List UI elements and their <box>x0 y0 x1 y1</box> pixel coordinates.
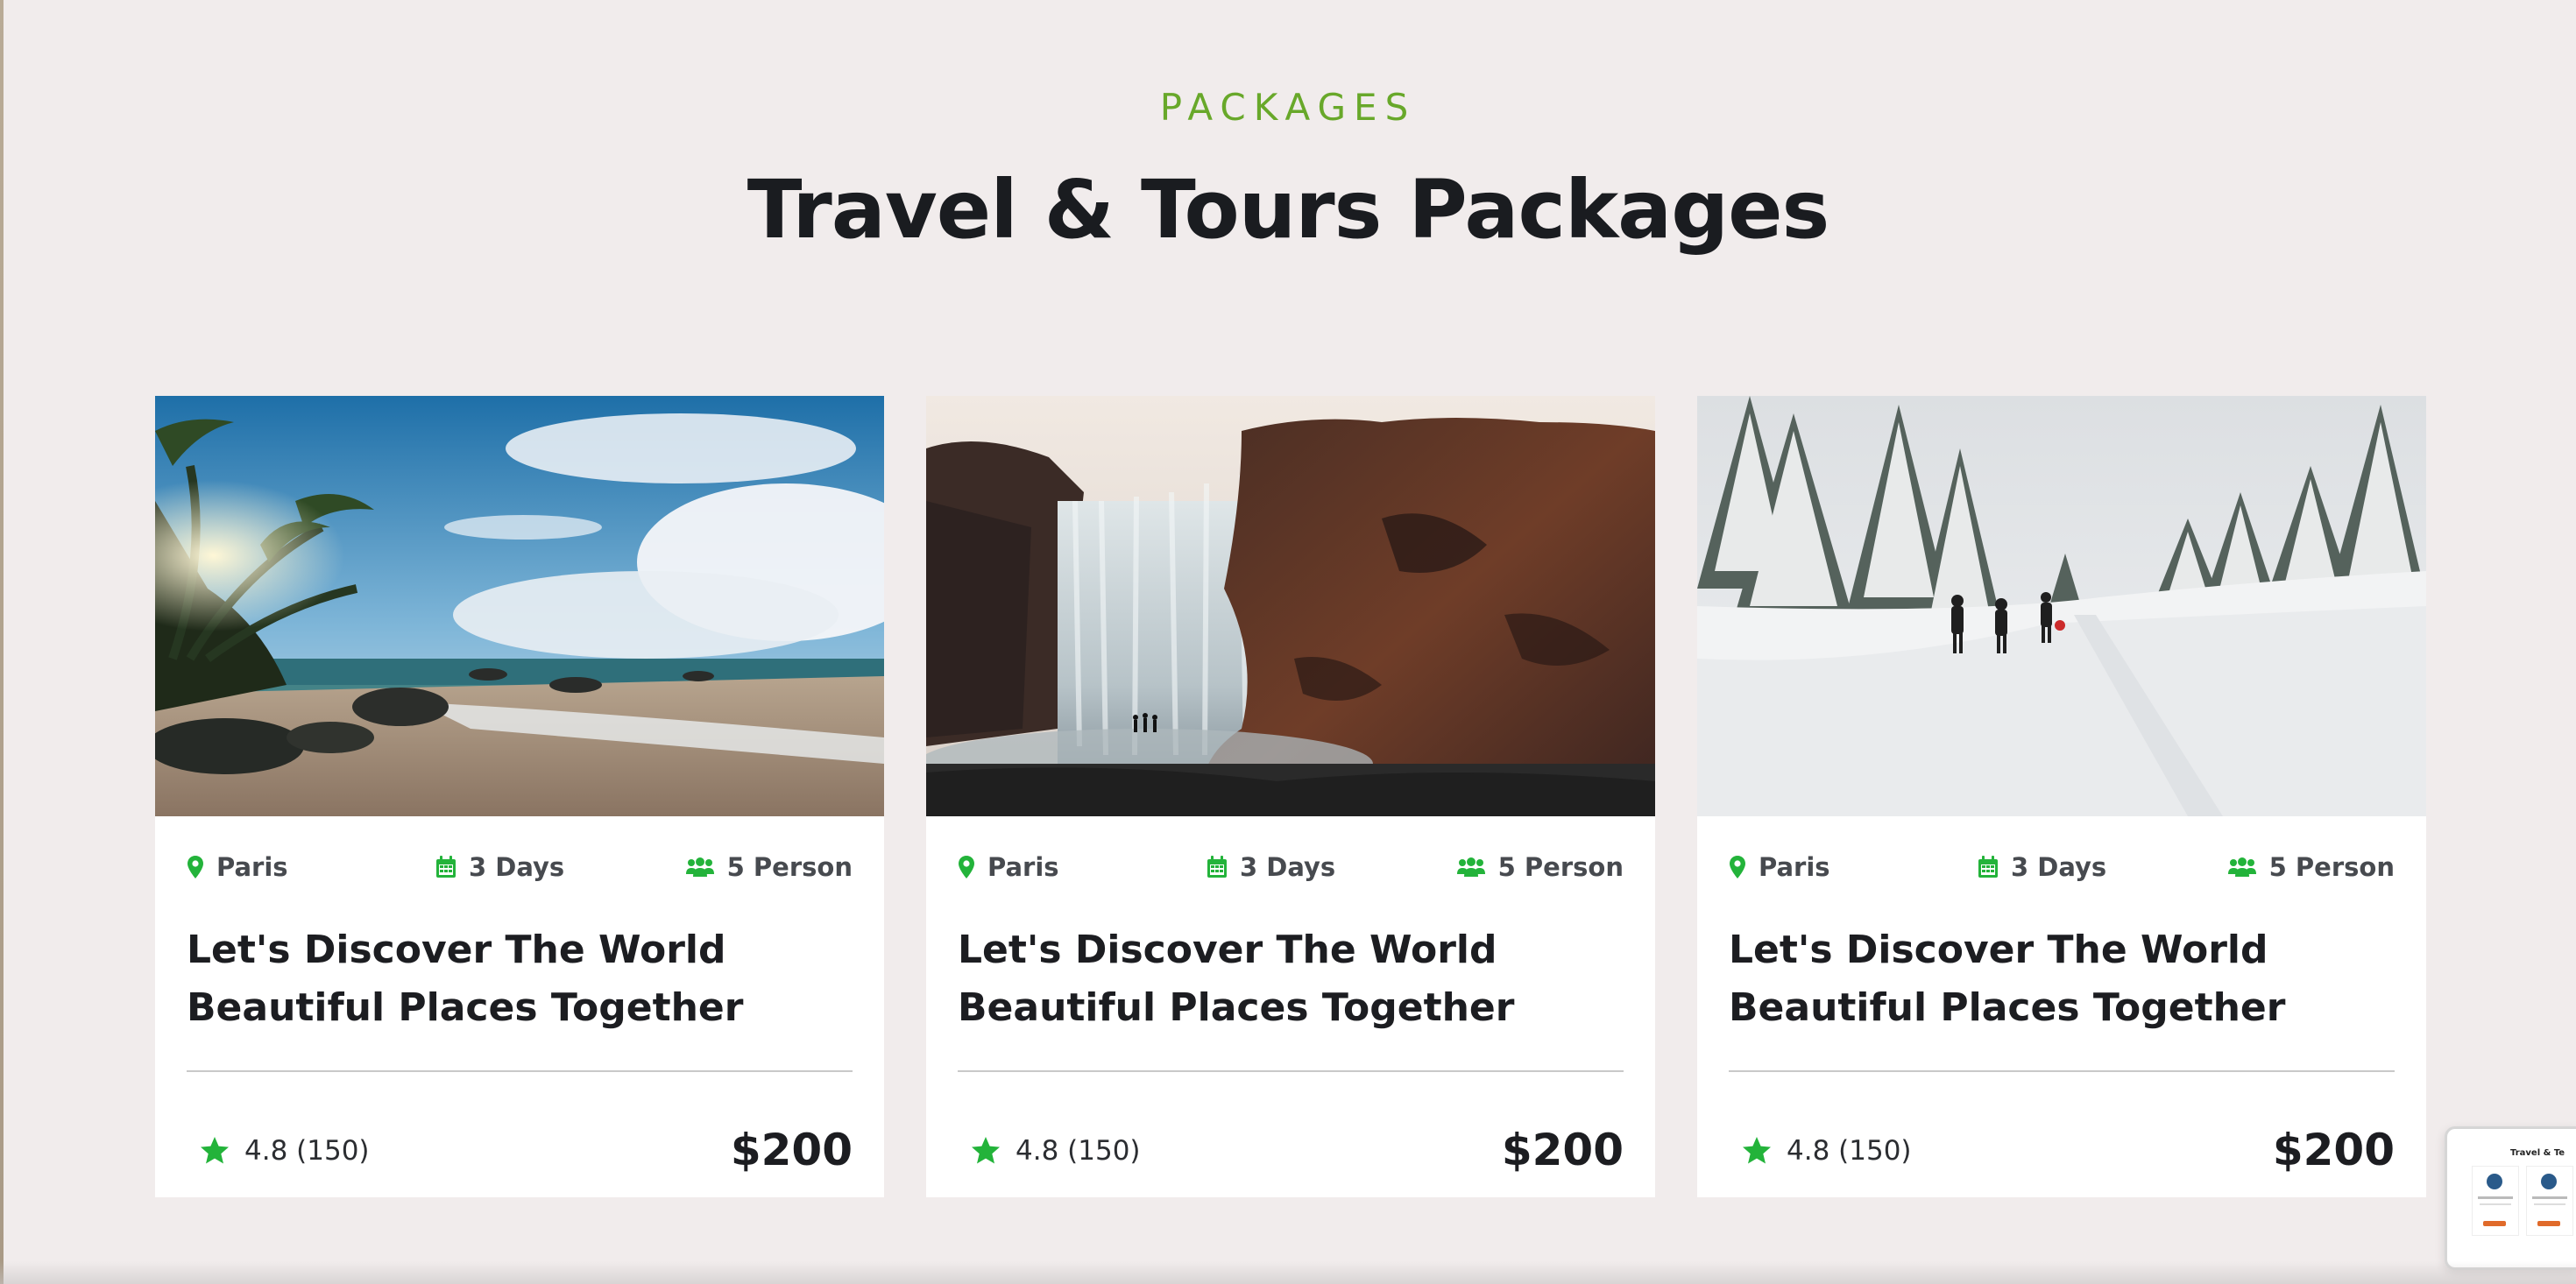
location-label: Paris <box>987 852 1059 882</box>
users-icon <box>2227 857 2256 877</box>
preview-title: Travel & Te <box>2510 1148 2565 1158</box>
packages-page: PACKAGES Travel & Tours Packages Paris 3… <box>0 0 2576 1284</box>
waterfall-photo-image <box>926 396 1655 816</box>
preview-card <box>2472 1166 2519 1236</box>
meta-duration: 3 Days <box>435 848 564 886</box>
package-rating: 4.8 (150) <box>199 1133 370 1168</box>
package-cards: Paris 3 Days 5 Person Let's Discover The… <box>155 396 2426 1197</box>
preview-card-text <box>2480 1203 2511 1205</box>
rating-label: 4.8 (150) <box>244 1135 370 1167</box>
calendar-icon <box>1207 856 1227 878</box>
people-label: 5 Person <box>726 852 853 882</box>
beach-photo-image <box>155 396 884 816</box>
meta-location: Paris <box>958 848 1059 886</box>
package-price: $200 <box>730 1125 853 1175</box>
users-icon <box>1456 857 1485 877</box>
page-preview-thumbnail[interactable]: Travel & Te <box>2445 1126 2576 1270</box>
snow-forest-photo-image <box>1697 396 2426 816</box>
duration-label: 3 Days <box>469 852 565 882</box>
package-meta: Paris 3 Days 5 Person <box>958 848 1624 886</box>
map-pin-icon <box>959 856 974 878</box>
preview-card-text <box>2534 1203 2565 1205</box>
map-pin-icon <box>188 856 203 878</box>
package-price: $200 <box>2272 1125 2395 1175</box>
users-icon <box>685 857 714 877</box>
meta-duration: 3 Days <box>1978 848 2106 886</box>
waterfall-photo[interactable] <box>926 396 1655 816</box>
preview-card-heading <box>2478 1196 2513 1199</box>
star-icon <box>972 1137 1000 1164</box>
preview-card-heading <box>2532 1196 2567 1199</box>
package-title[interactable]: Let's Discover The World Beautiful Place… <box>1729 921 2395 1037</box>
meta-people: 5 Person <box>2227 848 2395 886</box>
section-title: Travel & Tours Packages <box>747 163 1830 257</box>
location-label: Paris <box>216 852 288 882</box>
section-eyebrow: PACKAGES <box>1159 86 1417 129</box>
beach-photo[interactable] <box>155 396 884 816</box>
package-meta: Paris 3 Days 5 Person <box>1729 848 2395 886</box>
rating-label: 4.8 (150) <box>1016 1135 1141 1167</box>
card-divider <box>187 1070 853 1072</box>
bottom-shadow <box>0 1261 2576 1284</box>
meta-duration: 3 Days <box>1207 848 1335 886</box>
package-card[interactable]: Paris 3 Days 5 Person Let's Discover The… <box>926 396 1655 1197</box>
star-icon <box>1743 1137 1771 1164</box>
package-meta: Paris 3 Days 5 Person <box>187 848 853 886</box>
card-divider <box>1729 1070 2395 1072</box>
package-card[interactable]: Paris 3 Days 5 Person Let's Discover The… <box>155 396 884 1197</box>
map-pin-icon <box>1730 856 1745 878</box>
package-rating: 4.8 (150) <box>970 1133 1141 1168</box>
calendar-icon <box>1978 856 1998 878</box>
meta-people: 5 Person <box>685 848 853 886</box>
location-label: Paris <box>1759 852 1830 882</box>
people-label: 5 Person <box>2268 852 2395 882</box>
snow-forest-photo[interactable] <box>1697 396 2426 816</box>
preview-card-button <box>2483 1221 2506 1226</box>
preview-card-icon <box>2541 1174 2557 1189</box>
package-title[interactable]: Let's Discover The World Beautiful Place… <box>187 921 853 1037</box>
package-price: $200 <box>1501 1125 1624 1175</box>
duration-label: 3 Days <box>1240 852 1336 882</box>
package-card[interactable]: Paris 3 Days 5 Person Let's Discover The… <box>1697 396 2426 1197</box>
calendar-icon <box>436 856 456 878</box>
people-label: 5 Person <box>1497 852 1624 882</box>
meta-people: 5 Person <box>1456 848 1624 886</box>
card-divider <box>958 1070 1624 1072</box>
package-title[interactable]: Let's Discover The World Beautiful Place… <box>958 921 1624 1037</box>
meta-location: Paris <box>1729 848 1830 886</box>
star-icon <box>201 1137 229 1164</box>
rating-label: 4.8 (150) <box>1787 1135 1912 1167</box>
package-rating: 4.8 (150) <box>1741 1133 1912 1168</box>
preview-card <box>2526 1166 2573 1236</box>
meta-location: Paris <box>187 848 288 886</box>
duration-label: 3 Days <box>2011 852 2107 882</box>
preview-card-button <box>2537 1221 2560 1226</box>
preview-card-icon <box>2487 1174 2502 1189</box>
